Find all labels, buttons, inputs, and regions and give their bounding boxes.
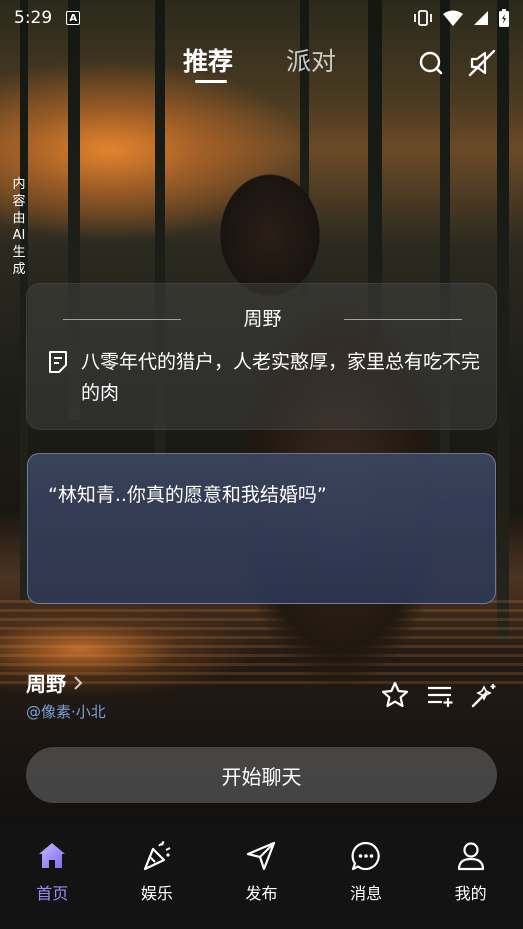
nav-label: 消息 <box>350 884 383 903</box>
home-icon <box>39 843 66 868</box>
nav-entertainment[interactable]: 娱乐 <box>105 825 210 929</box>
bottom-nav: 首页 娱乐 发布 消息 我的 <box>0 825 523 929</box>
top-nav: 推荐 派对 <box>0 36 523 90</box>
character-description-row: 八零年代的猎户，人老实憨厚，家里总有吃不完的肉 <box>47 347 487 409</box>
tab-party[interactable]: 派对 <box>286 42 336 78</box>
send-icon <box>247 841 276 871</box>
ai-generated-notice: 内容由AI生成 <box>12 177 26 277</box>
status-time: 5:29 <box>14 8 53 28</box>
active-tab-indicator <box>195 80 227 83</box>
nav-profile[interactable]: 我的 <box>418 825 523 929</box>
creator-name-link[interactable]: 周野 <box>26 668 84 697</box>
star-icon[interactable] <box>380 680 410 710</box>
cell-signal-icon <box>474 11 488 25</box>
vibrate-icon <box>414 10 432 26</box>
playlist-add-icon[interactable] <box>425 680 455 710</box>
document-icon <box>49 351 67 373</box>
nav-label: 我的 <box>454 884 487 903</box>
nav-label: 娱乐 <box>140 884 173 903</box>
party-popper-icon <box>143 841 171 871</box>
battery-icon <box>499 9 509 27</box>
speaker-muted-icon[interactable] <box>467 48 497 78</box>
character-name: 周野 <box>243 308 282 330</box>
tree-trunk <box>497 0 509 640</box>
nav-home[interactable]: 首页 <box>0 825 105 929</box>
status-bar: 5:29 A <box>0 0 523 36</box>
nav-messages[interactable]: 消息 <box>314 825 419 929</box>
divider-line <box>344 319 462 320</box>
message-icon <box>351 841 380 871</box>
nav-publish[interactable]: 发布 <box>209 825 314 929</box>
character-name-row: 周野 <box>27 302 498 330</box>
start-chat-button[interactable]: 开始聊天 <box>26 747 497 803</box>
profile-icon <box>457 842 484 871</box>
wifi-icon <box>443 10 463 26</box>
dialog-card[interactable]: “林知青..你真的愿意和我结婚吗” <box>27 453 496 604</box>
notification-a-icon: A <box>66 11 81 25</box>
tab-recommend[interactable]: 推荐 <box>183 42 233 78</box>
search-icon[interactable] <box>416 48 446 78</box>
character-card: 周野 八零年代的猎户，人老实憨厚，家里总有吃不完的肉 <box>26 283 497 430</box>
magic-wand-icon[interactable] <box>468 680 498 710</box>
creator-handle[interactable]: @像素·小北 <box>26 701 106 722</box>
creator-name: 周野 <box>26 672 66 696</box>
nav-label: 发布 <box>245 884 278 903</box>
character-description: 八零年代的猎户，人老实憨厚，家里总有吃不完的肉 <box>81 351 481 404</box>
nav-label: 首页 <box>36 884 69 903</box>
dialog-text: “林知青..你真的愿意和我结婚吗” <box>48 484 327 506</box>
chevron-right-icon <box>74 675 83 690</box>
